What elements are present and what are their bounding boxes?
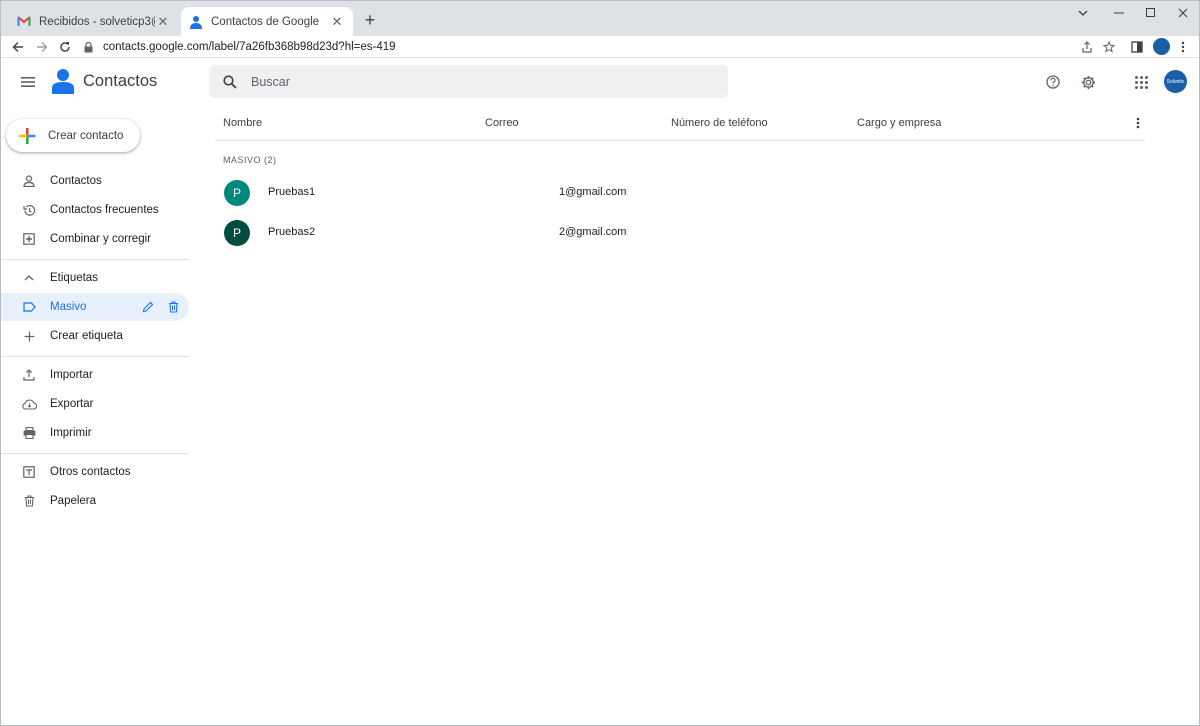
tab-contacts[interactable]: Contactos de Google ✕ — [181, 7, 353, 36]
sidebar-labels-header[interactable]: Etiquetas — [1, 264, 189, 292]
sidebar-item-label: Exportar — [50, 398, 94, 410]
plus-icon — [21, 328, 37, 344]
create-contact-label: Crear contacto — [48, 129, 124, 142]
history-icon — [21, 202, 37, 218]
sidebar-item-combinar[interactable]: Combinar y corregir — [1, 225, 189, 253]
share-icon[interactable] — [1079, 39, 1095, 55]
column-headers: Nombre Correo Número de teléfono Cargo y… — [215, 113, 1145, 141]
menu-icon[interactable] — [19, 73, 37, 91]
app-header: Contactos Solvetic — [1, 59, 1199, 105]
other-contacts-icon — [21, 464, 37, 480]
print-icon — [21, 425, 37, 441]
contact-name: Pruebas1 — [268, 186, 316, 198]
search-icon[interactable] — [221, 73, 239, 91]
close-tab-icon[interactable]: ✕ — [329, 14, 345, 30]
close-window-button[interactable] — [1169, 5, 1197, 21]
search-input[interactable] — [251, 74, 691, 89]
chevron-up-icon — [21, 270, 37, 286]
table-row[interactable]: P Pruebas1 1@gmail.com — [209, 173, 1139, 213]
browser-menu-icon[interactable] — [1175, 39, 1191, 55]
column-header-cargo: Cargo y empresa — [857, 117, 942, 129]
account-label: Solvetic — [1166, 78, 1185, 85]
table-row[interactable]: P Pruebas2 2@gmail.com — [209, 213, 1139, 253]
star-icon[interactable] — [1101, 39, 1117, 55]
sidebar-item-label: Crear etiqueta — [50, 330, 123, 342]
delete-icon[interactable] — [165, 299, 181, 315]
avatar-initial: P — [232, 186, 241, 200]
side-panel-icon[interactable] — [1129, 39, 1145, 55]
group-label: MASIVO (2) — [223, 155, 277, 165]
column-header-correo: Correo — [485, 117, 519, 129]
app-title: Contactos — [83, 72, 158, 90]
sidebar-item-masivo[interactable]: Masivo — [1, 293, 189, 321]
contact-email: 2@gmail.com — [559, 226, 627, 238]
tab-gmail[interactable]: Recibidos - solveticp3@gmail.com ✕ — [9, 7, 179, 36]
browser-window: Recibidos - solveticp3@gmail.com ✕ Conta… — [0, 0, 1200, 726]
sidebar-item-frecuentes[interactable]: Contactos frecuentes — [1, 196, 189, 224]
sidebar-item-label: Imprimir — [50, 427, 92, 439]
avatar: P — [224, 220, 250, 246]
close-tab-icon[interactable]: ✕ — [155, 14, 171, 30]
edit-icon[interactable] — [140, 299, 156, 315]
chevron-down-icon[interactable] — [1069, 5, 1097, 21]
avatar-initial: P — [232, 226, 241, 240]
url-text: contacts.google.com/label/7a26fb368b98d2… — [103, 41, 396, 53]
forward-button[interactable] — [33, 38, 51, 56]
tab-title: Recibidos - solveticp3@gmail.com — [39, 15, 155, 28]
sidebar-item-exportar[interactable]: Exportar — [1, 390, 189, 418]
create-contact-button[interactable]: Crear contacto — [6, 119, 140, 152]
sidebar-item-label: Masivo — [50, 301, 87, 313]
tab-title: Contactos de Google — [211, 15, 320, 28]
gmail-icon — [17, 15, 31, 29]
contacts-icon — [189, 15, 203, 29]
reload-button[interactable] — [56, 38, 74, 56]
apps-grid-icon[interactable] — [1131, 72, 1151, 92]
contacts-logo-icon — [52, 68, 74, 94]
new-tab-button[interactable]: + — [361, 10, 379, 30]
sidebar-item-papelera[interactable]: Papelera — [1, 487, 189, 515]
help-icon[interactable] — [1043, 72, 1063, 92]
tab-strip: Recibidos - solveticp3@gmail.com ✕ Conta… — [1, 1, 1199, 36]
divider — [1, 259, 189, 260]
trash-icon — [21, 493, 37, 509]
contacts-table: Nombre Correo Número de teléfono Cargo y… — [209, 105, 1199, 725]
search-bar[interactable] — [209, 65, 728, 98]
lock-icon — [81, 41, 95, 53]
browser-profile-avatar[interactable] — [1153, 38, 1170, 55]
column-header-nombre[interactable]: Nombre — [223, 117, 262, 129]
sidebar-item-label: Contactos — [50, 175, 102, 187]
sidebar-item-imprimir[interactable]: Imprimir — [1, 419, 189, 447]
plus-icon — [18, 127, 36, 145]
sidebar-item-crear-etiqueta[interactable]: Crear etiqueta — [1, 322, 189, 350]
minimize-button[interactable] — [1105, 5, 1133, 21]
sidebar: Crear contacto Contactos Contactos frecu… — [1, 105, 201, 725]
account-avatar[interactable]: Solvetic — [1164, 70, 1187, 93]
divider — [1, 356, 189, 357]
contact-name: Pruebas2 — [268, 226, 316, 238]
browser-toolbar: contacts.google.com/label/7a26fb368b98d2… — [1, 36, 1199, 58]
sidebar-item-label: Importar — [50, 369, 93, 381]
maximize-button[interactable] — [1137, 5, 1165, 21]
gear-icon[interactable] — [1078, 72, 1098, 92]
sidebar-item-label: Combinar y corregir — [50, 233, 151, 245]
label-icon — [21, 299, 37, 315]
cloud-download-icon — [21, 396, 37, 412]
sidebar-item-label: Papelera — [50, 495, 97, 507]
contact-email: 1@gmail.com — [559, 186, 627, 198]
back-button[interactable] — [9, 38, 27, 56]
upload-icon — [21, 367, 37, 383]
column-header-telefono: Número de teléfono — [671, 117, 768, 129]
labels-header-text: Etiquetas — [50, 272, 98, 284]
sidebar-item-importar[interactable]: Importar — [1, 361, 189, 389]
sidebar-item-contactos[interactable]: Contactos — [1, 167, 189, 195]
divider — [1, 453, 189, 454]
sidebar-item-otros-contactos[interactable]: Otros contactos — [1, 458, 189, 486]
avatar: P — [224, 180, 250, 206]
address-bar[interactable]: contacts.google.com/label/7a26fb368b98d2… — [81, 37, 1121, 57]
sidebar-item-label: Contactos frecuentes — [50, 204, 159, 216]
sidebar-item-label: Otros contactos — [50, 466, 131, 478]
person-icon — [21, 173, 37, 189]
more-vert-icon[interactable] — [1130, 115, 1146, 131]
merge-icon — [21, 231, 37, 247]
